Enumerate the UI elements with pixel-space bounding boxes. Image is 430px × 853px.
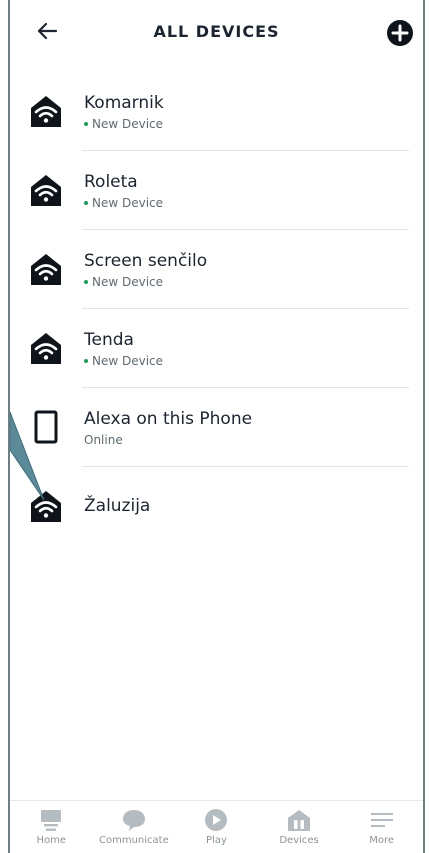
add-device-button[interactable] bbox=[385, 18, 415, 48]
tab-communicate[interactable]: Communicate bbox=[98, 801, 170, 846]
tab-devices[interactable]: Devices bbox=[263, 801, 335, 846]
device-name: Alexa on this Phone bbox=[84, 409, 253, 429]
device-row[interactable]: Tenda New Device bbox=[10, 309, 423, 388]
tab-label: More bbox=[369, 835, 395, 846]
smart-home-wifi-icon bbox=[31, 175, 61, 206]
play-icon bbox=[205, 809, 228, 831]
tab-play[interactable]: Play bbox=[180, 801, 252, 846]
bottom-tab-bar: Home Communicate Play Devices More bbox=[10, 800, 423, 853]
status-dot bbox=[84, 358, 88, 363]
device-status: New Device bbox=[84, 117, 163, 131]
device-row[interactable]: Alexa on this Phone Online bbox=[10, 388, 423, 467]
tab-more[interactable]: More bbox=[346, 801, 418, 846]
smart-home-wifi-icon bbox=[31, 333, 61, 364]
device-status: New Device bbox=[84, 354, 163, 368]
device-list: Komarnik New Device Roleta New Device Sc bbox=[10, 72, 423, 546]
device-status-text: New Device bbox=[92, 354, 164, 368]
app-screen: ALL DEVICES Komarnik New Device Roleta N… bbox=[8, 0, 425, 853]
page-title: ALL DEVICES bbox=[153, 22, 280, 41]
status-dot bbox=[84, 279, 88, 284]
device-row[interactable]: Roleta New Device bbox=[10, 151, 423, 230]
phone-icon bbox=[34, 410, 58, 444]
smart-home-wifi-icon bbox=[31, 254, 61, 285]
device-name: Komarnik bbox=[84, 93, 164, 113]
smart-home-wifi-icon bbox=[31, 491, 61, 522]
device-status: New Device bbox=[84, 275, 163, 289]
tab-label: Devices bbox=[279, 835, 319, 846]
device-row[interactable]: Žaluzija bbox=[10, 467, 423, 546]
device-status: Online bbox=[84, 433, 123, 447]
device-name: Žaluzija bbox=[84, 496, 151, 516]
device-status-text: New Device bbox=[92, 275, 164, 289]
device-row[interactable]: Komarnik New Device bbox=[10, 72, 423, 151]
header: ALL DEVICES bbox=[10, 0, 423, 64]
tab-label: Play bbox=[206, 835, 227, 846]
device-row[interactable]: Screen senčilo New Device bbox=[10, 230, 423, 309]
devices-icon bbox=[288, 810, 311, 831]
device-status-text: Online bbox=[84, 433, 123, 447]
smart-home-wifi-icon bbox=[31, 96, 61, 127]
home-icon bbox=[41, 810, 62, 831]
device-status: New Device bbox=[84, 196, 163, 210]
plus-circle-icon bbox=[387, 20, 413, 46]
device-name: Screen senčilo bbox=[84, 251, 208, 271]
tab-label: Home bbox=[36, 835, 67, 846]
status-dot bbox=[84, 121, 88, 126]
device-status-text: New Device bbox=[92, 196, 164, 210]
device-name: Roleta bbox=[84, 172, 138, 192]
status-dot bbox=[84, 200, 88, 205]
device-name: Tenda bbox=[84, 330, 134, 350]
tab-home[interactable]: Home bbox=[15, 801, 87, 846]
tab-label: Communicate bbox=[99, 835, 169, 846]
device-status-text: New Device bbox=[92, 117, 164, 131]
chat-bubble-icon bbox=[122, 810, 145, 831]
menu-icon bbox=[370, 813, 393, 827]
